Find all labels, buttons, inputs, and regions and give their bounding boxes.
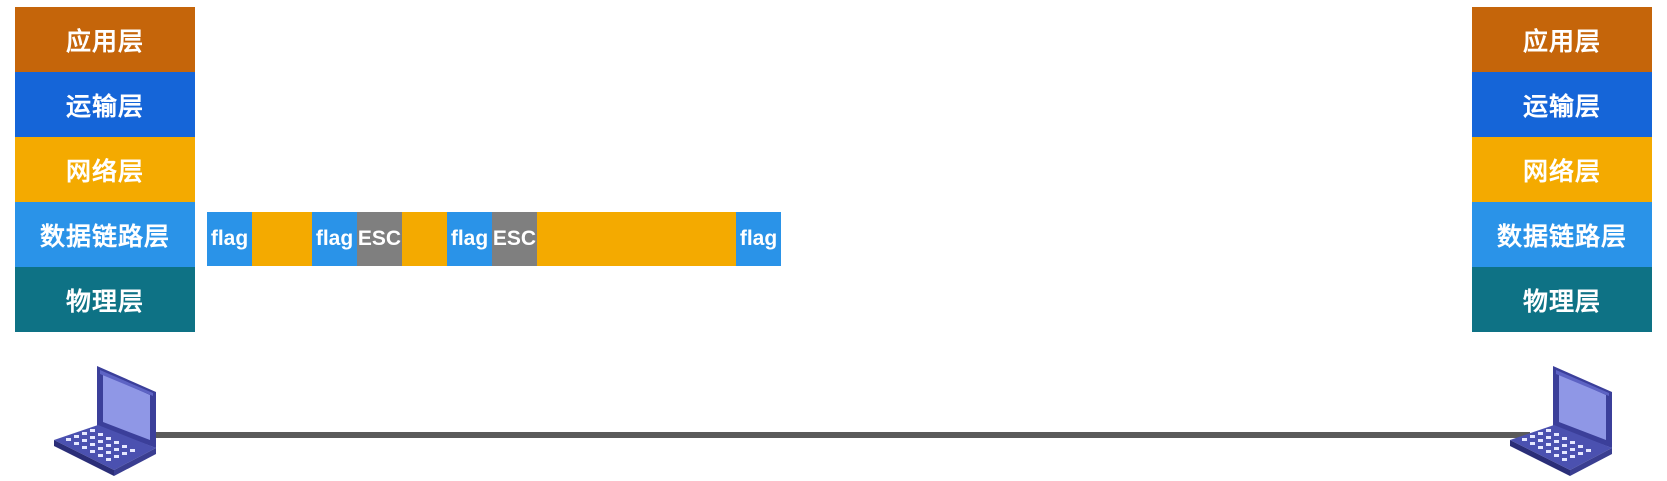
frame-esc: ESC: [492, 212, 537, 266]
frame-stuffed-flag: flag: [312, 212, 357, 266]
frame-flag-start: flag: [207, 212, 252, 266]
physical-link-line: [140, 432, 1530, 438]
datalink-frame: flag flag ESC flag ESC flag: [207, 212, 781, 266]
frame-esc: ESC: [357, 212, 402, 266]
frame-flag-end: flag: [736, 212, 781, 266]
frame-data-segment: [402, 212, 447, 266]
layer-transport: 运输层: [15, 72, 195, 137]
layer-datalink: 数据链路层: [1472, 202, 1652, 267]
host-right: [1508, 362, 1618, 481]
host-left: [52, 362, 162, 481]
layer-application: 应用层: [15, 7, 195, 72]
laptop-icon: [54, 366, 156, 476]
frame-data-segment: [252, 212, 312, 266]
layer-application: 应用层: [1472, 7, 1652, 72]
protocol-stack-right: 应用层 运输层 网络层 数据链路层 物理层: [1472, 7, 1652, 332]
protocol-stack-left: 应用层 运输层 网络层 数据链路层 物理层: [15, 7, 195, 332]
layer-physical: 物理层: [1472, 267, 1652, 332]
layer-transport: 运输层: [1472, 72, 1652, 137]
layer-network: 网络层: [15, 137, 195, 202]
laptop-icon: [1510, 366, 1612, 476]
frame-data-segment: [537, 212, 736, 266]
layer-network: 网络层: [1472, 137, 1652, 202]
frame-stuffed-flag: flag: [447, 212, 492, 266]
layer-datalink: 数据链路层: [15, 202, 195, 267]
layer-physical: 物理层: [15, 267, 195, 332]
